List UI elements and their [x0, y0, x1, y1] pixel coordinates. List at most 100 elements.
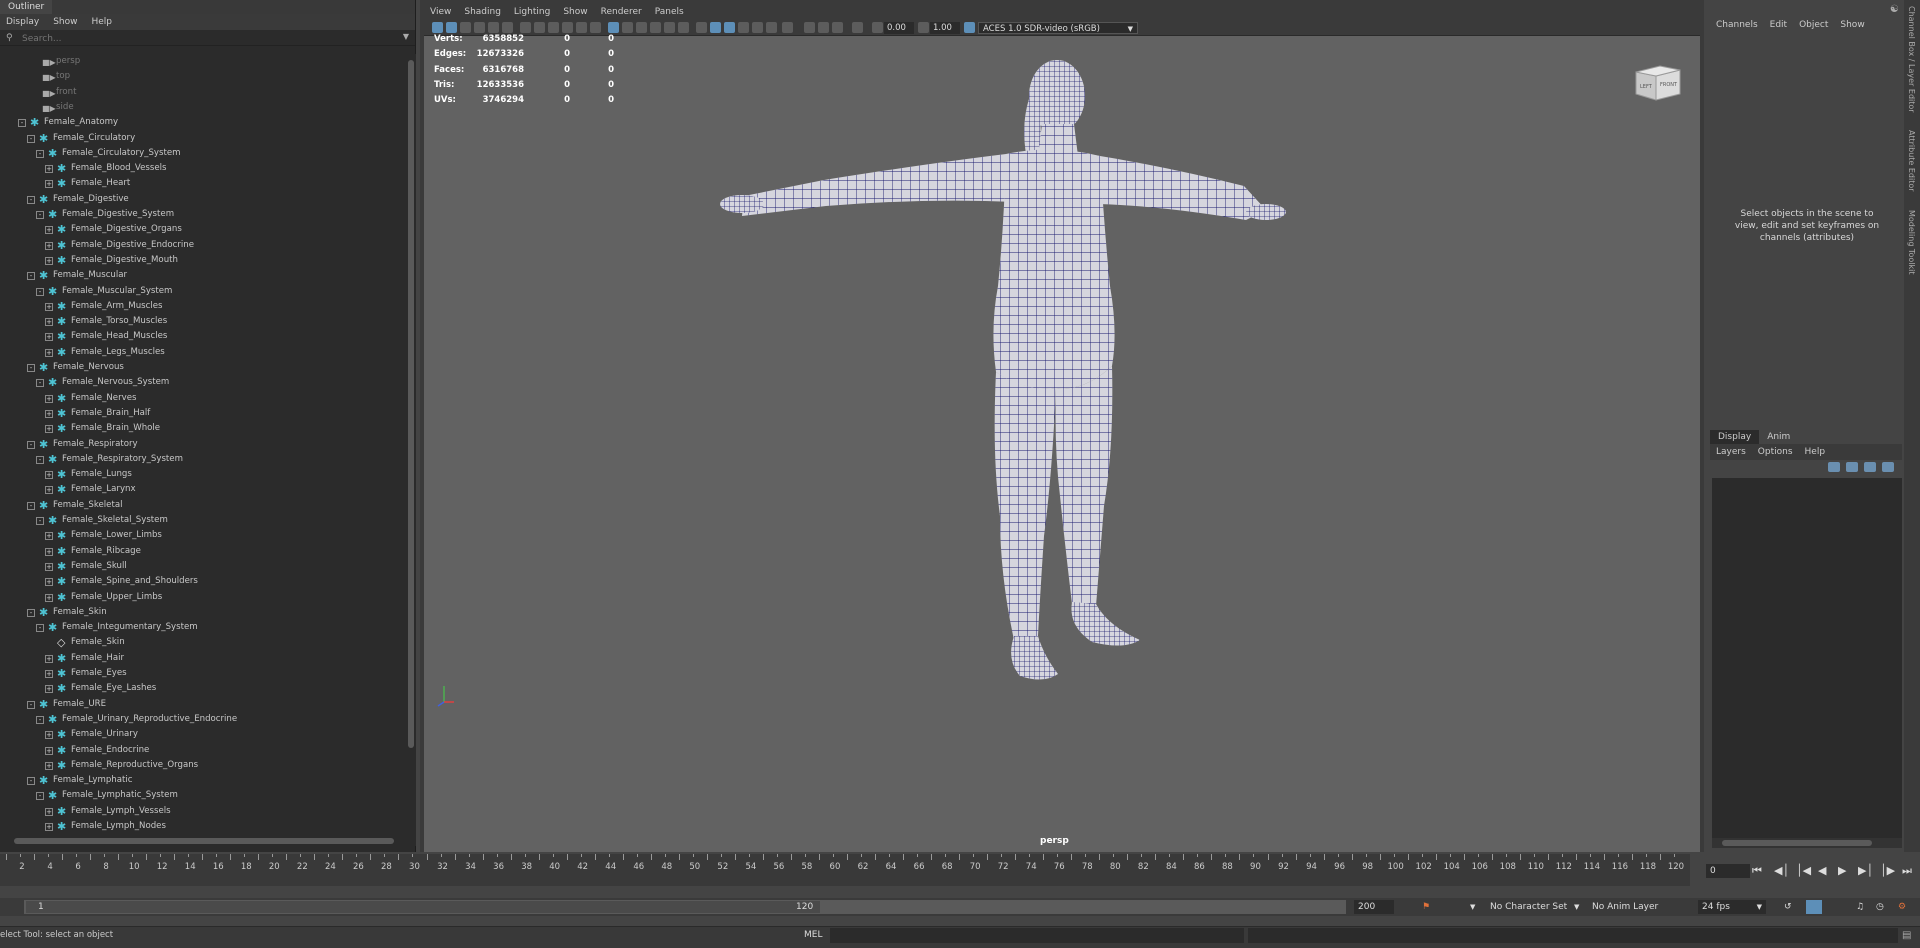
outliner-item[interactable]: + ✱ Female_Eye_Lashes — [0, 681, 406, 696]
outliner-item[interactable]: - ✱ Female_Nervous_System — [0, 375, 406, 390]
outliner-item[interactable]: + ✱ Female_Reproductive_Organs — [0, 758, 406, 773]
outliner-item[interactable]: - ✱ Female_Respiratory — [0, 437, 406, 452]
safe-action-icon[interactable] — [590, 22, 601, 33]
camera-lock-icon[interactable] — [852, 22, 863, 33]
outliner-vertical-scrollbar[interactable] — [406, 54, 416, 846]
outliner-item[interactable]: + ✱ Female_Lymph_Vessels — [0, 804, 406, 819]
color-management-icon[interactable] — [964, 22, 975, 33]
new-layer-selected-icon[interactable] — [1882, 462, 1894, 472]
menu-channels[interactable]: Channels — [1716, 20, 1758, 30]
cache-playback-icon[interactable] — [1806, 900, 1822, 914]
panel-layout-icon[interactable]: ☯ — [1890, 4, 1899, 15]
animation-end-field[interactable]: 200 — [1354, 900, 1394, 914]
gate-mask-icon[interactable] — [562, 22, 573, 33]
menu-display[interactable]: Display — [6, 17, 39, 27]
mel-language-toggle[interactable]: MEL — [804, 930, 822, 940]
menu-show[interactable]: Show — [1840, 20, 1864, 30]
collapse-icon[interactable]: - — [27, 272, 35, 281]
collapse-icon[interactable]: - — [27, 700, 35, 709]
wireframe-icon[interactable] — [608, 22, 619, 33]
outliner-item[interactable]: + ✱ Female_Lungs — [0, 467, 406, 482]
multisample-aa-icon[interactable] — [766, 22, 777, 33]
anim-layer-dropdown[interactable]: No Anim Layer — [1592, 900, 1658, 914]
step-forward-key-icon[interactable]: ▶│ — [1858, 864, 1873, 877]
expand-icon[interactable]: + — [45, 471, 53, 480]
layer-list-scrollbar[interactable] — [1712, 838, 1902, 848]
outliner-item[interactable]: - ✱ Female_Circulatory — [0, 131, 406, 146]
range-slider-track[interactable]: 1 120 — [24, 900, 1346, 914]
outliner-item[interactable]: + ✱ Female_Brain_Whole — [0, 421, 406, 436]
scrollbar-thumb[interactable] — [408, 60, 414, 748]
outliner-item[interactable]: + ✱ Female_Digestive_Endocrine — [0, 238, 406, 253]
menu-edit[interactable]: Edit — [1770, 20, 1787, 30]
menu-help[interactable]: Help — [91, 17, 112, 27]
play-forwards-icon[interactable]: ▶ — [1838, 864, 1846, 877]
chevron-down-icon[interactable]: ▼ — [1470, 900, 1475, 914]
isolate-select-icon[interactable] — [724, 22, 735, 33]
gamma-icon[interactable] — [918, 22, 929, 33]
tab-channel-box-layer-editor[interactable]: Channel Box / Layer Editor — [1907, 6, 1916, 113]
screen-space-ao-icon[interactable] — [738, 22, 749, 33]
go-to-end-icon[interactable]: ⏭ — [1902, 864, 1912, 878]
tab-modeling-toolkit[interactable]: Modeling Toolkit — [1907, 210, 1916, 274]
expand-icon[interactable]: + — [45, 333, 53, 342]
outliner-item[interactable]: - ✱ Female_Anatomy — [0, 115, 406, 130]
outliner-item[interactable]: + ✱ Female_Brain_Half — [0, 406, 406, 421]
menu-show[interactable]: Show — [53, 17, 77, 27]
move-layer-down-icon[interactable] — [1846, 462, 1858, 472]
collapse-icon[interactable]: - — [27, 364, 35, 372]
default-material-icon[interactable] — [636, 22, 647, 33]
collapse-icon[interactable]: - — [36, 715, 44, 724]
outliner-item[interactable]: + ✱ Female_Digestive_Mouth — [0, 253, 406, 268]
expand-icon[interactable]: + — [45, 180, 53, 189]
xray-active-icon[interactable] — [832, 22, 843, 33]
grid-icon[interactable] — [520, 22, 531, 33]
outliner-item[interactable]: - ✱ Female_Circulatory_System — [0, 146, 406, 161]
expand-icon[interactable]: + — [45, 547, 53, 556]
menu-renderer[interactable]: Renderer — [601, 7, 642, 17]
outliner-item[interactable]: + ✱ Female_Lymph_Nodes — [0, 819, 406, 834]
step-back-frame-icon[interactable]: ◀│ — [1774, 864, 1789, 877]
outliner-item[interactable]: + ✱ Female_Ribcage — [0, 544, 406, 559]
outliner-item[interactable]: + ✱ Female_Torso_Muscles — [0, 314, 406, 329]
field-chart-icon[interactable] — [576, 22, 587, 33]
mel-command-input[interactable] — [830, 928, 1244, 943]
select-camera-icon[interactable] — [432, 22, 443, 33]
new-empty-layer-icon[interactable] — [1864, 462, 1876, 472]
expand-icon[interactable]: + — [45, 486, 53, 495]
collapse-icon[interactable]: - — [36, 455, 44, 464]
expand-icon[interactable]: + — [45, 731, 53, 740]
collapse-icon[interactable]: - — [27, 134, 35, 143]
expand-icon[interactable]: + — [45, 654, 53, 663]
outliner-item[interactable]: - ✱ Female_Digestive_System — [0, 207, 406, 222]
collapse-icon[interactable]: - — [36, 287, 44, 296]
outliner-item[interactable]: ◇ Female_Skin — [0, 635, 406, 650]
shadows-icon[interactable] — [710, 22, 721, 33]
loop-icon[interactable]: ↺ — [1784, 900, 1792, 914]
outliner-item[interactable]: + ✱ Female_Heart — [0, 176, 406, 191]
expand-icon[interactable]: + — [45, 562, 53, 571]
expand-icon[interactable]: + — [45, 685, 53, 694]
wireframe-on-shaded-icon[interactable] — [678, 22, 689, 33]
outliner-item[interactable]: ■▶ side — [0, 100, 406, 115]
outliner-item[interactable]: - ✱ Female_Skeletal — [0, 498, 406, 513]
expand-icon[interactable]: + — [45, 670, 53, 678]
motion-blur-icon[interactable] — [752, 22, 763, 33]
tab-anim[interactable]: Anim — [1759, 430, 1798, 444]
menu-shading[interactable]: Shading — [464, 7, 501, 17]
resolution-gate-icon[interactable] — [548, 22, 559, 33]
outliner-item[interactable]: - ✱ Female_URE — [0, 697, 406, 712]
outliner-item[interactable]: + ✱ Female_Blood_Vessels — [0, 161, 406, 176]
sound-icon[interactable]: ♫ — [1856, 900, 1864, 914]
expand-icon[interactable]: + — [45, 256, 53, 265]
film-gate-icon[interactable] — [534, 22, 545, 33]
expand-icon[interactable]: + — [45, 593, 53, 602]
play-backwards-icon[interactable]: ◀ — [1818, 864, 1826, 877]
outliner-item[interactable]: + ✱ Female_Upper_Limbs — [0, 590, 406, 605]
expand-icon[interactable]: + — [45, 761, 53, 770]
outliner-item[interactable]: + ✱ Female_Digestive_Organs — [0, 222, 406, 237]
collapse-icon[interactable]: - — [36, 379, 44, 388]
expand-icon[interactable]: + — [45, 241, 53, 250]
outliner-item[interactable]: + ✱ Female_Urinary — [0, 727, 406, 742]
depth-of-field-icon[interactable] — [782, 22, 793, 33]
